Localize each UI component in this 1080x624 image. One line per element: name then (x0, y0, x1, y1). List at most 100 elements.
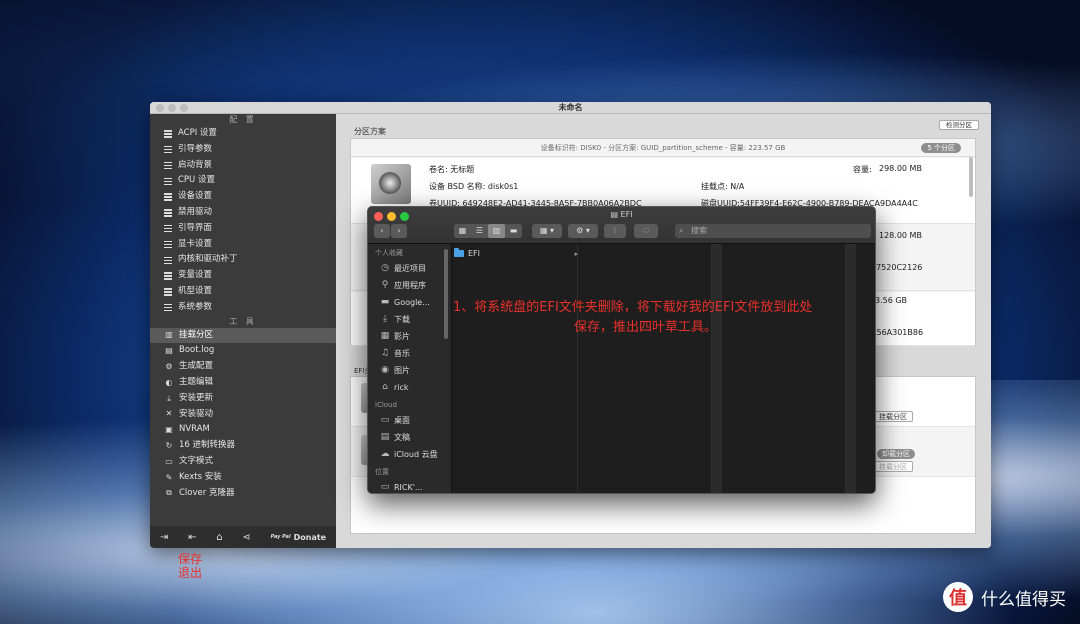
sidebar-tool-item[interactable]: ◐ 主题编辑 (150, 375, 336, 391)
list-icon (164, 287, 172, 298)
finder-sidebar-item[interactable]: ⚲ 应用程序 (368, 277, 451, 294)
sidebar-item-label: 主题编辑 (179, 376, 214, 387)
gallery-view-icon[interactable]: ▬ (505, 224, 522, 238)
back-button[interactable]: ‹ (374, 224, 390, 238)
sidebar-tool-item[interactable]: ⚙ 生成配置 (150, 359, 336, 375)
sidebar-tool-item[interactable]: ✕ 安装驱动 (150, 407, 336, 423)
sidebar-item-label: ACPI 设置 (178, 128, 217, 138)
import-icon[interactable]: ⇥ (160, 532, 168, 543)
wrench-icon: ✎ (165, 472, 173, 482)
window-title: 未命名 (558, 103, 583, 112)
disk-icon: ▥ (165, 330, 173, 340)
sidebar-scrollbar[interactable] (444, 249, 448, 339)
sidebar-config-item[interactable]: 机型设置 (150, 284, 336, 300)
sidebar: 配 置 ACPI 设置 引导参数 启动背景 CPU 设置 设备设置 禁用驱动 引导界面 显卡设… (150, 114, 336, 548)
sidebar-config-item[interactable]: 内核和驱动补丁 (150, 252, 336, 268)
donate-button[interactable]: Pay Pal Donate (271, 533, 326, 542)
home-icon[interactable]: ⌂ (216, 532, 222, 543)
finder-column-3 (722, 244, 846, 493)
finder-sidebar-item[interactable]: ◉ 图片 (368, 362, 451, 379)
tools-icon: ✕ (165, 409, 173, 419)
finder-title-text: EFI (620, 210, 633, 219)
list-view-icon[interactable]: ☰ (471, 224, 488, 238)
hard-disk-icon (371, 164, 411, 204)
column-divider[interactable] (712, 244, 722, 493)
sidebar-config-item[interactable]: 禁用驱动 (150, 205, 336, 221)
detect-partition-button[interactable]: 检测分区 (939, 120, 979, 130)
column-view-icon[interactable]: ▥ (488, 224, 505, 238)
sidebar-tool-item[interactable]: ⤓ 安装更新 (150, 391, 336, 407)
sidebar-tool-item[interactable]: ▭ 文字模式 (150, 454, 336, 470)
search-icon: ⌕ (679, 226, 684, 235)
capacity-value: 298.00 MB (879, 164, 922, 173)
sidebar-item-label: 引导界面 (178, 222, 213, 233)
finder-sidebar-item[interactable]: ▦ 影片 (368, 328, 451, 345)
sidebar-config-item[interactable]: 启动背景 (150, 158, 336, 174)
finder-sidebar-item[interactable]: ▬ Google... (368, 294, 451, 311)
watermark: 值 什么值得买 (943, 582, 1066, 612)
sidebar-config-item[interactable]: 设备设置 (150, 189, 336, 205)
search-field[interactable]: ⌕ 搜索 (675, 224, 871, 238)
sidebar-config-item[interactable]: ACPI 设置 (150, 126, 336, 142)
finder-sidebar-item[interactable]: ⤓ 下载 (368, 311, 451, 328)
sidebar-config-item[interactable]: 显卡设置 (150, 237, 336, 253)
doc-icon: ▤ (380, 432, 390, 442)
sidebar-config-item[interactable]: 引导参数 (150, 142, 336, 158)
column-divider[interactable] (846, 244, 856, 493)
share-icon[interactable]: ⋖ (242, 532, 250, 543)
share-icon[interactable]: ⇧ (604, 224, 626, 238)
efi-folder-label: EFI (468, 249, 481, 258)
list-icon (164, 223, 172, 234)
finder-sidebar-item[interactable]: ◷ 最近项目 (368, 260, 451, 277)
export-icon[interactable]: ⇤ (188, 532, 196, 543)
sidebar-item-label: 16 进制转换器 (179, 440, 236, 451)
sidebar-item-label: 生成配置 (179, 361, 214, 372)
instruction-line-1: 1、将系统盘的EFI文件夹删除，将下载好我的EFI文件放到此处 (453, 300, 813, 315)
sidebar-tool-item[interactable]: ✎ Kexts 安装 (150, 470, 336, 486)
efi-folder-item[interactable]: EFI ▸ (454, 247, 578, 260)
forward-button[interactable]: › (391, 224, 407, 238)
sidebar-item-label: 启动背景 (178, 159, 213, 170)
mount-partition-button[interactable]: 挂载分区 (873, 411, 913, 422)
sidebar-tool-item[interactable]: ▤ Boot.log (150, 343, 336, 359)
unmount-partition-button[interactable]: 卸载分区 (877, 449, 915, 459)
sidebar-item-label: 禁用驱动 (178, 206, 213, 217)
watermark-text: 什么值得买 (981, 589, 1066, 610)
sidebar-config-item[interactable]: 引导界面 (150, 221, 336, 237)
mount-point: 挂载点: N/A (701, 182, 745, 191)
finder-sidebar-item[interactable]: ☁ iCloud 云盘 (368, 446, 451, 463)
panel-scrollbar[interactable] (969, 157, 973, 197)
sidebar-tool-item[interactable]: ▥ 挂载分区 (150, 327, 336, 344)
tag-icon[interactable]: ⬭ (634, 224, 658, 238)
group-button[interactable]: ▦ ▾ (532, 224, 562, 238)
list-icon (164, 192, 172, 203)
finder-sidebar-label: iCloud 云盘 (394, 450, 438, 459)
list-icon (164, 208, 172, 219)
finder-sidebar-item[interactable]: ⌂ rick (368, 379, 451, 396)
sidebar-tool-item[interactable]: ⧉ Clover 克隆器 (150, 486, 336, 502)
finder-sidebar-item[interactable]: ▭ 桌面 (368, 412, 451, 429)
finder-sidebar-item[interactable]: ♫ 音乐 (368, 345, 451, 362)
location-item[interactable]: ▭ RICK'... (368, 479, 451, 493)
chip-icon: ▣ (165, 425, 173, 435)
action-gear-icon[interactable]: ⚙ ▾ (568, 224, 598, 238)
sidebar-config-item[interactable]: CPU 设置 (150, 173, 336, 189)
mount-partition-button[interactable]: 挂载分区 (873, 461, 913, 472)
sidebar-bottom-bar: ⇥ ⇤ ⌂ ⋖ Pay Pal Donate (150, 526, 336, 548)
sidebar-item-label: 安装更新 (179, 392, 214, 403)
location-label: RICK'... (394, 483, 423, 492)
list-icon (164, 176, 172, 187)
list-icon (164, 239, 172, 250)
sidebar-config-item[interactable]: 变量设置 (150, 268, 336, 284)
finder-sidebar-label: Google... (394, 298, 430, 307)
icon-view-icon[interactable]: ▦ (454, 224, 471, 238)
sidebar-tool-item[interactable]: ▣ NVRAM (150, 422, 336, 438)
finder-sidebar-item[interactable]: ▤ 文稿 (368, 429, 451, 446)
sidebar-item-label: Boot.log (179, 345, 215, 356)
list-icon (164, 271, 172, 282)
sidebar-tool-item[interactable]: ↻ 16 进制转换器 (150, 438, 336, 454)
disk-header-text: 设备标识符: DISK0 - 分区方案: GUID_partition_sche… (540, 144, 786, 152)
disk-header: 设备标识符: DISK0 - 分区方案: GUID_partition_sche… (351, 139, 975, 157)
list-icon (164, 144, 172, 155)
sidebar-config-item[interactable]: 系统参数 (150, 300, 336, 316)
